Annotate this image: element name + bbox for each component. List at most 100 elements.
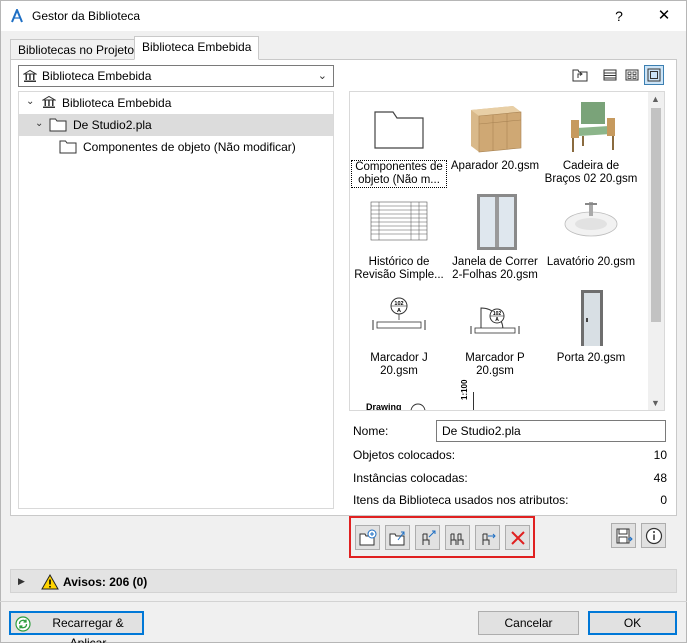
archicad-app-icon (11, 9, 23, 23)
scroll-down-icon[interactable]: ▼ (651, 398, 660, 408)
drawing-item-partial-label: Drawing (366, 402, 402, 411)
grid-item-sink[interactable]: Lavatório 20.gsm (543, 190, 639, 286)
name-input[interactable] (436, 420, 666, 442)
tab-project-libraries[interactable]: Bibliotecas no Projeto (10, 39, 143, 59)
grid-item-label: Janela de Correr (452, 256, 538, 268)
grid-item-revision-history[interactable]: Histórico de Revisão Simple... (351, 190, 447, 286)
info-button[interactable] (641, 523, 666, 548)
new-folder-icon (359, 529, 377, 546)
move-object-icon (482, 533, 496, 545)
svg-text:A: A (397, 308, 401, 314)
grid-item-door[interactable]: Porta 20.gsm (543, 286, 639, 382)
tree-item-embedded-library[interactable]: ⌄ Biblioteca Embebida (19, 92, 333, 114)
grid-item-label: Porta 20.gsm (556, 352, 626, 364)
close-button[interactable]: ✕ (647, 5, 681, 27)
up-folder-icon (572, 69, 588, 82)
placed-instances-value: 48 (653, 471, 667, 485)
tree-item-label: De Studio2.pla (73, 118, 152, 132)
library-items-grid[interactable]: Componentes de objeto (Não m... Aparador… (349, 91, 665, 411)
ok-button[interactable]: OK (588, 611, 677, 635)
grid-item-label: Componentes de (355, 161, 443, 173)
grid-item-sideboard[interactable]: Aparador 20.gsm (447, 94, 543, 190)
tab-embedded-library[interactable]: Biblioteca Embebida (134, 36, 260, 60)
library-actions-group (349, 516, 535, 558)
grid-item-label: Histórico de (368, 256, 430, 268)
delete-button[interactable] (505, 525, 530, 550)
grid-scrollbar[interactable]: ▲ ▼ (648, 92, 664, 410)
door-thumb (581, 290, 603, 346)
export-object-button[interactable] (415, 525, 440, 550)
list-view-button[interactable] (600, 65, 620, 85)
grid-item-armchair[interactable]: Cadeira de Braços 02 20.gsm (543, 94, 639, 190)
small-icons-view-icon (625, 69, 639, 81)
save-library-button[interactable] (611, 523, 636, 548)
grid-item-label: objeto (Não m... (358, 174, 440, 186)
footer-divider (0, 601, 687, 602)
list-view-icon (603, 69, 617, 81)
delete-x-icon (511, 531, 525, 545)
placed-objects-label: Objetos colocados: (353, 448, 456, 462)
duplicate-objects-button[interactable] (445, 525, 470, 550)
grid-item-label: Cadeira de (562, 160, 620, 172)
folder-icon (49, 118, 67, 132)
library-select[interactable]: Biblioteca Embebida ⌄ (18, 65, 334, 87)
expand-arrow-icon[interactable]: ⌄ (26, 96, 34, 107)
name-label: Nome: (353, 424, 389, 438)
grid-item-label: Aparador 20.gsm (450, 160, 540, 172)
large-icons-view-icon (647, 68, 661, 82)
small-icons-view-button[interactable] (622, 65, 642, 85)
svg-text:102: 102 (394, 301, 403, 307)
info-icon (645, 527, 663, 545)
help-button[interactable]: ? (604, 5, 634, 27)
grid-item-label: Lavatório 20.gsm (546, 256, 636, 268)
grid-item-marker-p[interactable]: 102 A Marcador P 20.gsm (447, 286, 543, 382)
library-icon (23, 69, 37, 82)
drawing-marker-partial-icon (410, 403, 426, 410)
tree-item-studio2[interactable]: ⌄ De Studio2.pla (19, 114, 333, 136)
grid-item-object-components[interactable]: Componentes de objeto (Não m... (351, 94, 447, 190)
grid-item-marker-j[interactable]: 102 A Marcador J 20.gsm (351, 286, 447, 382)
cancel-button[interactable]: Cancelar (478, 611, 579, 635)
folder-icon (59, 140, 77, 154)
library-tree[interactable]: ⌄ Biblioteca Embebida ⌄ De Studio2.pla C… (18, 91, 334, 509)
reload-apply-button[interactable]: Recarregar & Aplicar (9, 611, 144, 643)
tree-item-object-components[interactable]: Componentes de objeto (Não modificar) (19, 136, 333, 158)
table-thumb (370, 201, 428, 241)
sideboard-thumb (471, 106, 522, 153)
attribute-items-value: 0 (660, 493, 667, 507)
reload-icon (15, 616, 31, 632)
title-bar: Gestor da Biblioteca ? ✕ (0, 0, 687, 31)
scroll-up-icon[interactable]: ▲ (651, 94, 660, 104)
expand-warnings-icon[interactable]: ▶ (18, 576, 25, 587)
new-folder-button[interactable] (355, 525, 380, 550)
scale-line (473, 392, 474, 410)
scale-item-partial-label: 1:100 (460, 379, 469, 400)
save-disk-icon (616, 528, 633, 544)
tree-item-label: Componentes de objeto (Não modificar) (83, 140, 296, 154)
up-folder-button[interactable] (570, 65, 590, 85)
attribute-items-label: Itens da Biblioteca usados nos atributos… (353, 493, 569, 507)
scroll-thumb[interactable] (651, 108, 661, 322)
chevron-down-icon: ⌄ (317, 70, 327, 82)
folder-thumb (374, 111, 424, 149)
placed-instances-label: Instâncias colocadas: (353, 471, 468, 485)
warnings-bar[interactable]: ▶ Avisos: 206 (0) (10, 569, 677, 593)
export-folder-button[interactable] (385, 525, 410, 550)
grid-item-label: Marcador P (465, 352, 525, 364)
grid-item-label: Braços 02 20.gsm (544, 173, 638, 185)
library-icon (42, 95, 56, 108)
expand-arrow-icon[interactable]: ⌄ (35, 118, 43, 129)
export-folder-icon (389, 531, 405, 546)
warnings-label: Avisos: 206 (0) (63, 575, 148, 589)
export-object-icon (422, 530, 436, 545)
marker-j-thumb: 102 A (372, 297, 426, 330)
svg-text:A: A (495, 317, 499, 323)
window-title: Gestor da Biblioteca (32, 9, 141, 23)
move-object-button[interactable] (475, 525, 500, 550)
reload-apply-label: Recarregar & Aplicar (52, 616, 124, 643)
large-icons-view-button[interactable] (644, 65, 664, 85)
bottom-toolbar (10, 515, 677, 557)
grid-item-label: Revisão Simple... (354, 269, 444, 281)
grid-item-sliding-window[interactable]: Janela de Correr 2-Folhas 20.gsm (447, 190, 543, 286)
marker-p-thumb: 102 A (470, 307, 520, 334)
